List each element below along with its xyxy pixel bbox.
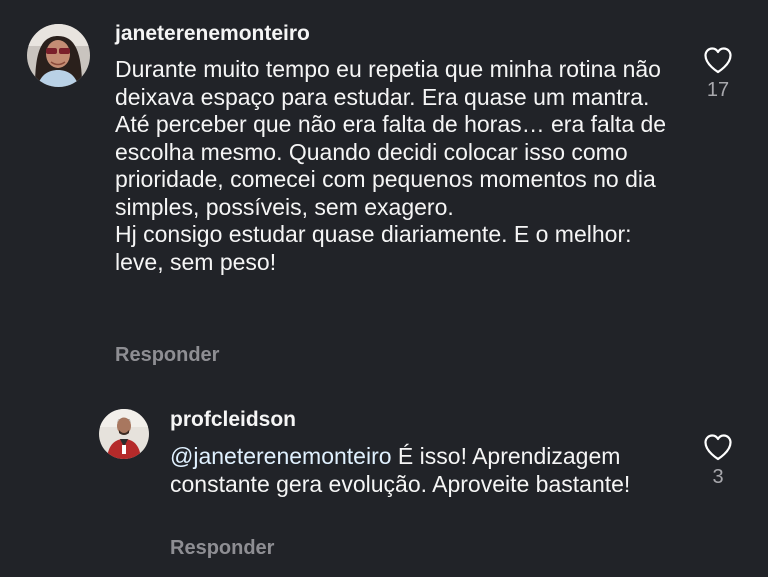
like-count: 17 xyxy=(706,79,730,101)
comment-paragraph: Hj consigo estudar quase diariamente. E … xyxy=(115,221,632,275)
like-control: 17 xyxy=(698,46,738,102)
comment-username[interactable]: profcleidson xyxy=(170,408,296,432)
avatar-photo-icon xyxy=(99,409,149,459)
avatar-photo-icon xyxy=(27,24,90,87)
comment-paragraph: Até perceber que não era falta de horas…… xyxy=(115,111,667,220)
like-control: 3 xyxy=(698,433,738,489)
mention-link[interactable]: @janeterenemonteiro xyxy=(170,443,392,469)
avatar[interactable] xyxy=(27,24,90,87)
comment-item: janeterenemonteiro Durante muito tempo e… xyxy=(0,0,768,380)
heart-outline-icon[interactable] xyxy=(703,433,733,461)
reply-item: profcleidson @janeterenemonteiro É isso!… xyxy=(0,400,768,577)
reply-button[interactable]: Responder xyxy=(170,536,274,560)
reply-button[interactable]: Responder xyxy=(115,343,219,367)
comments-thread: janeterenemonteiro Durante muito tempo e… xyxy=(0,0,768,577)
comment-text: @janeterenemonteiro É isso! Aprendizagem… xyxy=(170,443,690,498)
avatar[interactable] xyxy=(99,409,149,459)
comment-paragraph: @janeterenemonteiro É isso! Aprendizagem… xyxy=(170,443,690,498)
comment-paragraph: Durante muito tempo eu repetia que minha… xyxy=(115,56,661,110)
like-count: 3 xyxy=(712,466,724,488)
comment-text: Durante muito tempo eu repetia que minha… xyxy=(115,56,675,276)
heart-outline-icon[interactable] xyxy=(703,46,733,74)
comment-username[interactable]: janeterenemonteiro xyxy=(115,22,310,46)
